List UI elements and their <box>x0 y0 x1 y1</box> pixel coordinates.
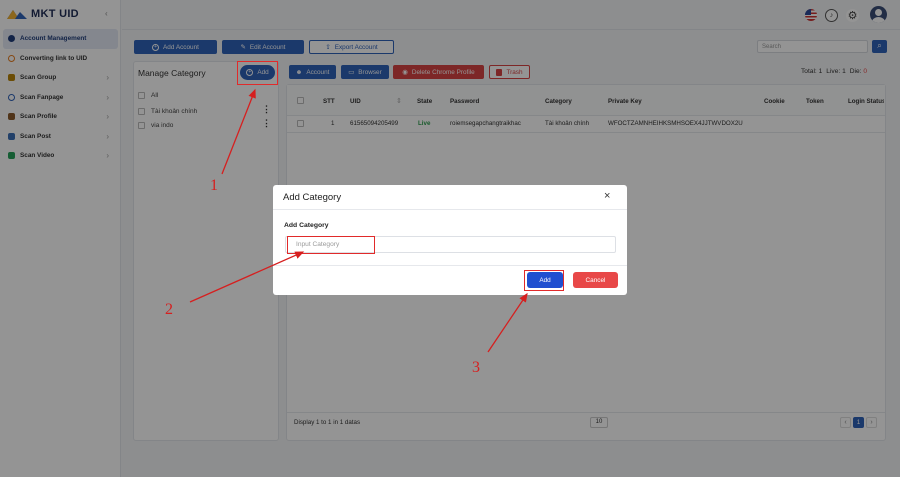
arrow-1 <box>221 88 256 175</box>
annotation-label-3: 3 <box>472 359 480 376</box>
annotation-label-2: 2 <box>165 301 173 318</box>
annotation-label-1: 1 <box>210 177 218 194</box>
annotation-arrows <box>189 88 528 353</box>
arrow-2 <box>189 251 305 303</box>
arrow-3 <box>487 292 528 353</box>
